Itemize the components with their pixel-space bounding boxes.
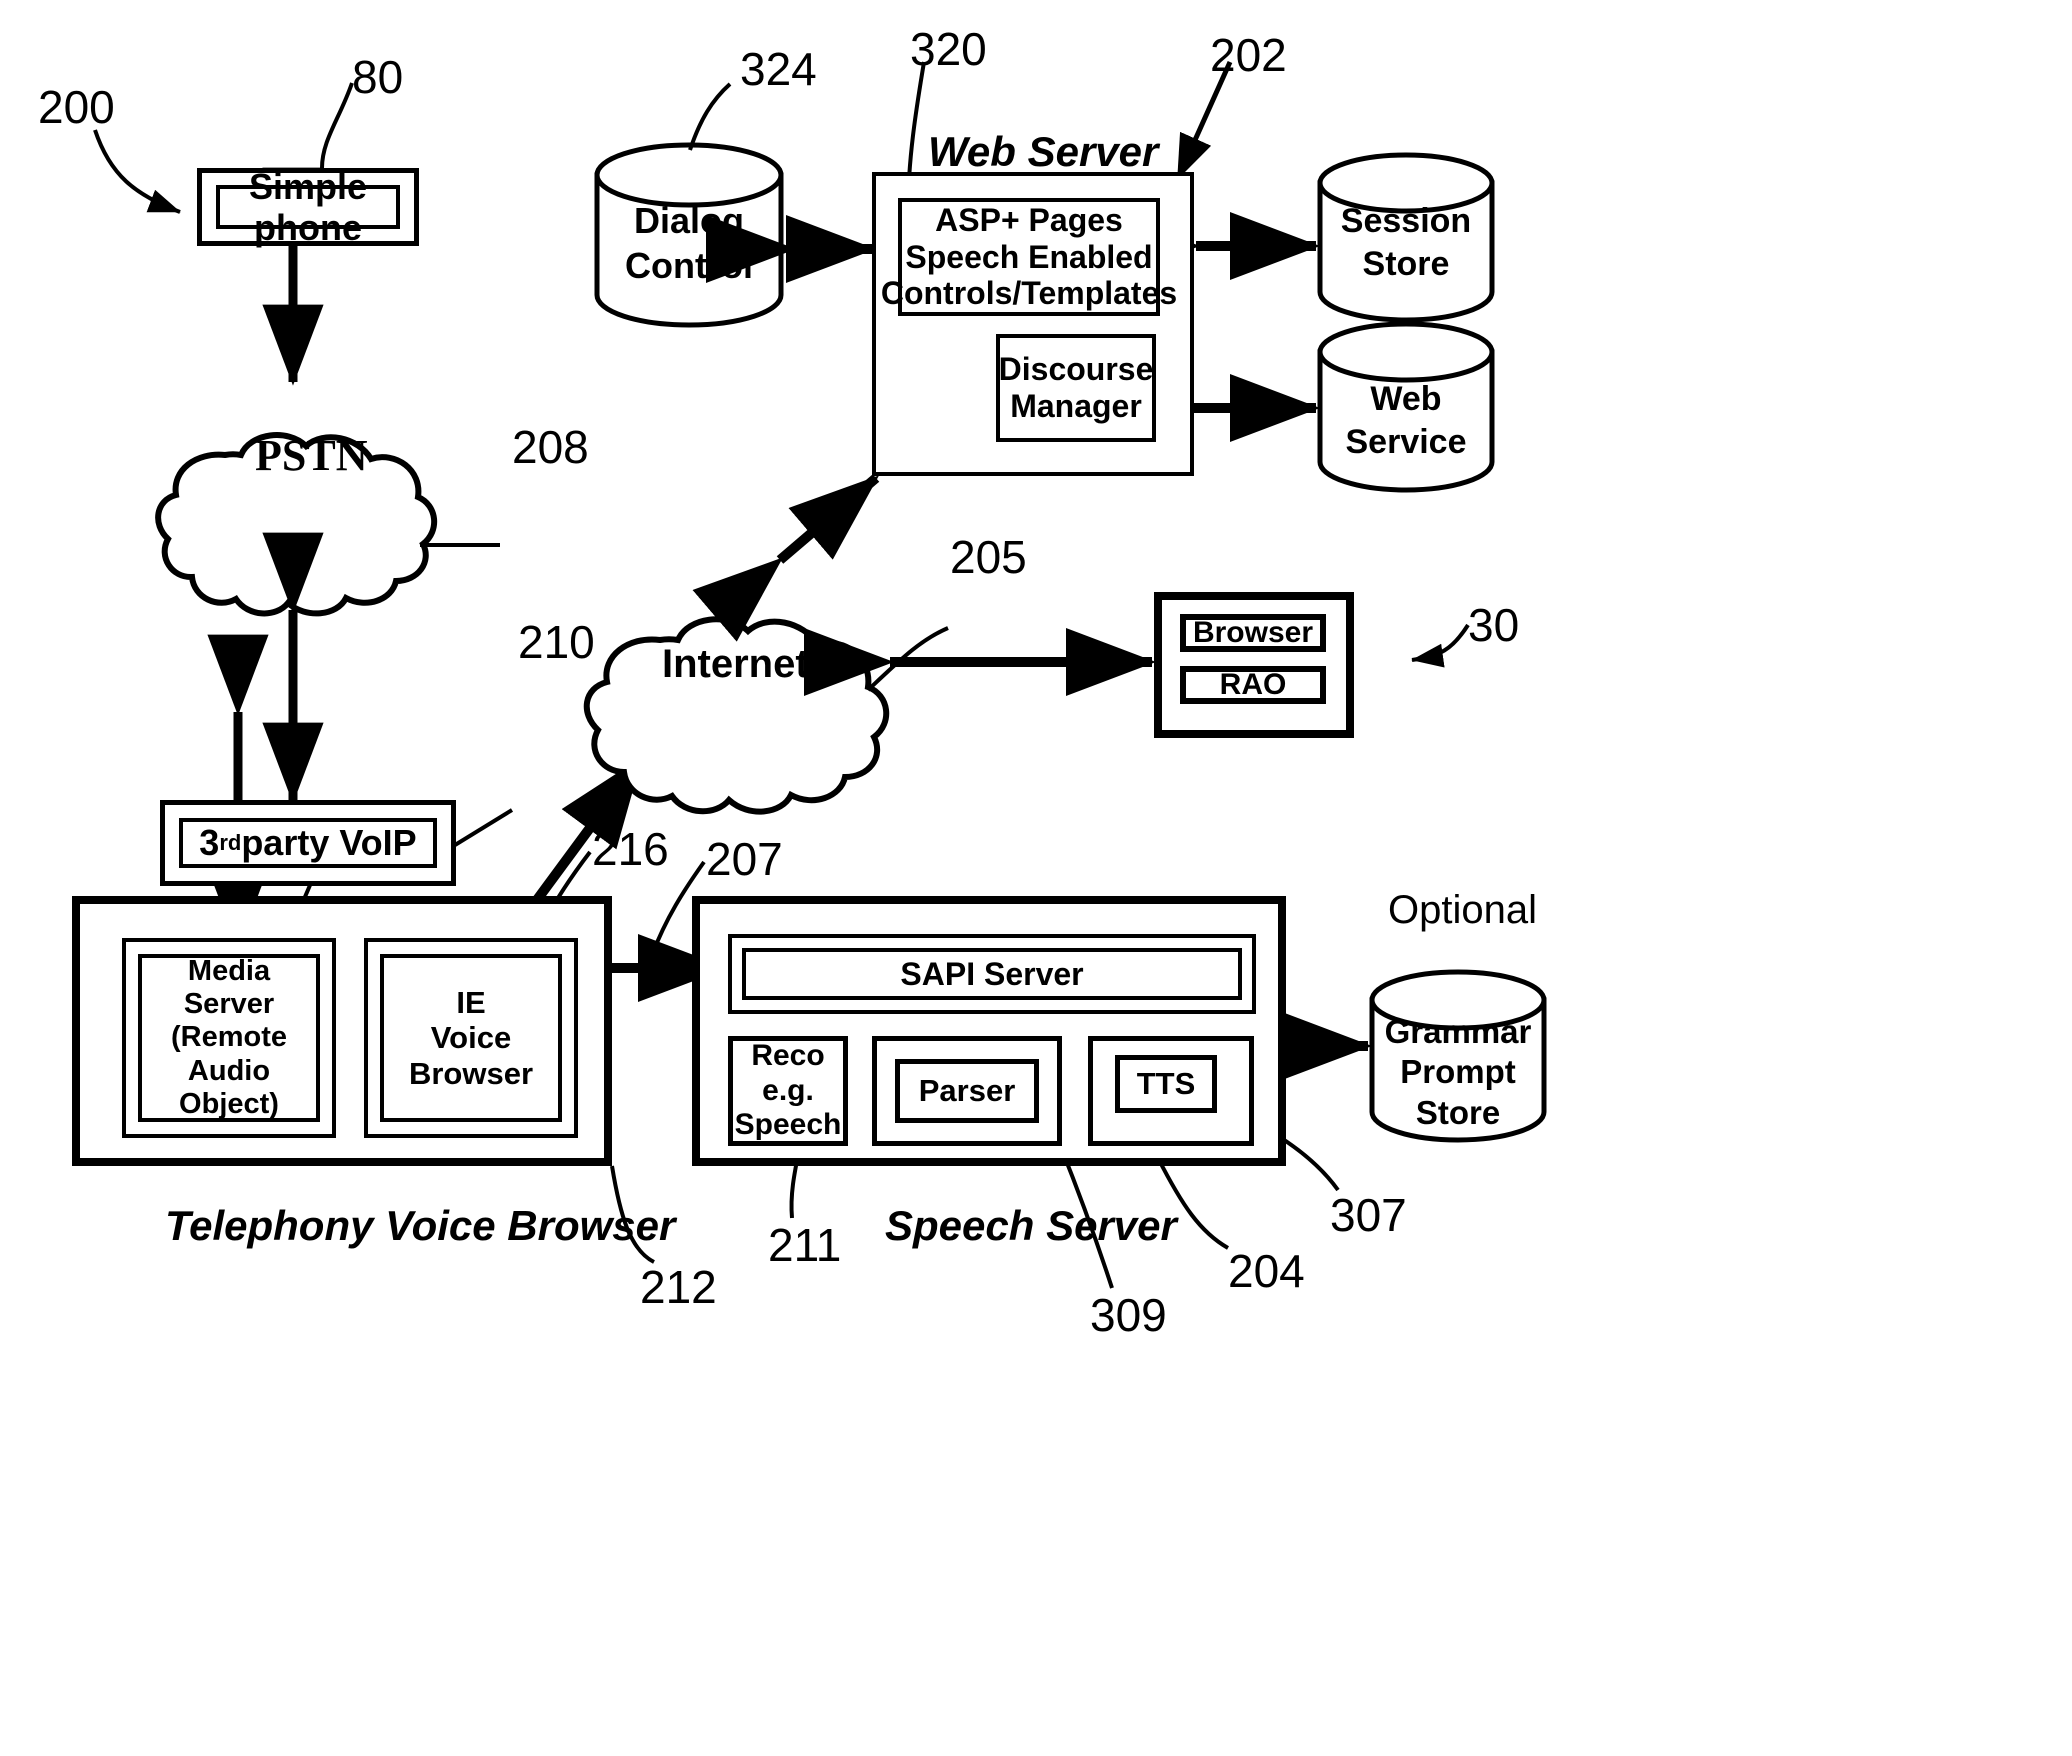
ie-voice-browser-line1: IE xyxy=(456,984,486,1020)
sapi-server-outer[interactable]: SAPI Server xyxy=(728,934,1256,1014)
refnum-204: 204 xyxy=(1228,1245,1305,1297)
grammar-prompt-store-line2: Prompt xyxy=(1400,1053,1516,1091)
reco-line2: e.g. xyxy=(762,1073,814,1107)
refnum-216: 216 xyxy=(592,823,669,875)
parser-node[interactable]: Parser xyxy=(895,1059,1039,1123)
discourse-manager-line2: Manager xyxy=(1010,388,1142,424)
refnum-212: 212 xyxy=(640,1261,717,1313)
asp-pages-line1: ASP+ Pages xyxy=(935,201,1123,238)
media-server-outer[interactable]: Media Server (Remote Audio Object) xyxy=(122,938,336,1138)
dialog-control-line1: Dialog xyxy=(633,200,744,241)
ie-voice-browser-line2: Voice xyxy=(430,1020,512,1056)
refnum-208: 208 xyxy=(512,421,589,473)
refnum-210: 210 xyxy=(518,616,595,668)
web-server-title: Web Server xyxy=(928,128,1159,175)
pstn-label: PSTN xyxy=(255,431,368,480)
client-device-node[interactable]: Browser RAO xyxy=(1154,592,1354,738)
grammar-prompt-store-node[interactable]: Grammar Prompt Store xyxy=(1372,1012,1544,1133)
parser-outer[interactable]: Parser xyxy=(872,1036,1062,1146)
reco-line3: Speech xyxy=(734,1108,842,1142)
refnum-309: 309 xyxy=(1090,1289,1167,1341)
reco-line1: Reco xyxy=(751,1039,825,1073)
tts-outer[interactable]: TTS xyxy=(1088,1036,1254,1146)
telephony-voice-browser-caption: Telephony Voice Browser xyxy=(165,1202,676,1249)
refnum-200: 200 xyxy=(38,81,115,133)
voip-label-suffix: party VoIP xyxy=(241,822,417,864)
session-store-line2: Store xyxy=(1362,244,1450,283)
refnum-211: 211 xyxy=(768,1219,842,1271)
media-server-line4: Object) xyxy=(179,1088,279,1121)
dialog-control-cyl-top xyxy=(594,142,784,208)
optional-label: Optional xyxy=(1388,888,1537,932)
discourse-manager-node[interactable]: Discourse Manager xyxy=(996,334,1156,442)
voip-label-prefix: 3 xyxy=(199,822,220,864)
grammar-prompt-store-line1: Grammar xyxy=(1384,1013,1532,1050)
browser-box[interactable]: Browser xyxy=(1180,614,1326,652)
tts-node[interactable]: TTS xyxy=(1115,1055,1217,1113)
lead-line-80 xyxy=(320,82,354,169)
media-server-node[interactable]: Media Server (Remote Audio Object) xyxy=(138,954,320,1122)
dialog-control-line2: Control xyxy=(625,245,753,286)
web-service-line1: Web xyxy=(1370,380,1442,418)
lead-line-200 xyxy=(93,129,181,214)
speech-server-node[interactable]: SAPI Server Reco e.g. Speech Parser TTS xyxy=(692,896,1286,1166)
media-server-line1: Media Server xyxy=(183,954,275,1020)
ie-voice-browser-outer[interactable]: IE Voice Browser xyxy=(364,938,578,1138)
ie-voice-browser-line3: Browser xyxy=(408,1055,534,1091)
voip-label: 3rd party VoIP xyxy=(179,818,437,868)
media-server-line2: (Remote xyxy=(170,1021,287,1054)
reco-node[interactable]: Reco e.g. Speech xyxy=(728,1036,848,1146)
lead-line-210 xyxy=(453,808,514,847)
lead-line-324 xyxy=(688,82,732,151)
voip-label-sup: rd xyxy=(219,830,242,856)
grammar-prompt-store-line3: Store xyxy=(1415,1093,1501,1131)
web-service-cyl-top xyxy=(1317,321,1495,383)
session-store-node[interactable]: Session Store xyxy=(1320,200,1492,285)
telephony-voice-browser-node[interactable]: Media Server (Remote Audio Object) IE Vo… xyxy=(72,896,612,1166)
refnum-80: 80 xyxy=(352,51,404,103)
simple-phone-label: Simple phone xyxy=(216,166,400,248)
dialog-control-node[interactable]: Dialog Control xyxy=(597,198,781,288)
simple-phone-node[interactable]: Simple phone xyxy=(197,166,419,248)
arrow-internet-webserver xyxy=(692,474,880,642)
refnum-324: 324 xyxy=(740,43,817,95)
lead-line-30 xyxy=(1411,623,1470,668)
ie-voice-browser-node[interactable]: IE Voice Browser xyxy=(380,954,562,1122)
rao-box[interactable]: RAO xyxy=(1180,666,1326,704)
refnum-307: 307 xyxy=(1330,1189,1407,1241)
patent-figure-canvas: 200 80 208 210 205 324 320 202 30 214 21… xyxy=(0,0,2072,1756)
web-service-node[interactable]: Web Service xyxy=(1320,378,1492,463)
asp-pages-line3: Controls/Templates xyxy=(880,275,1178,312)
media-server-line3: Audio xyxy=(187,1054,271,1087)
session-store-line1: Session xyxy=(1340,202,1472,240)
lead-line-205 xyxy=(866,626,949,692)
asp-pages-node[interactable]: ASP+ Pages Speech Enabled Controls/Templ… xyxy=(881,198,1177,316)
refnum-207: 207 xyxy=(706,833,783,885)
internet-label: Internet xyxy=(662,642,809,686)
discourse-manager-line1: Discourse xyxy=(998,351,1154,388)
asp-pages-line2: Speech Enabled xyxy=(905,238,1153,275)
refnum-320: 320 xyxy=(910,23,987,75)
refnum-202: 202 xyxy=(1210,29,1287,81)
speech-server-caption: Speech Server xyxy=(885,1202,1177,1249)
refnum-205: 205 xyxy=(950,531,1027,583)
voip-node[interactable]: 3rd party VoIP xyxy=(160,800,456,886)
sapi-server-node[interactable]: SAPI Server xyxy=(742,948,1242,1000)
refnum-30: 30 xyxy=(1468,599,1520,651)
web-service-line2: Service xyxy=(1345,422,1467,461)
